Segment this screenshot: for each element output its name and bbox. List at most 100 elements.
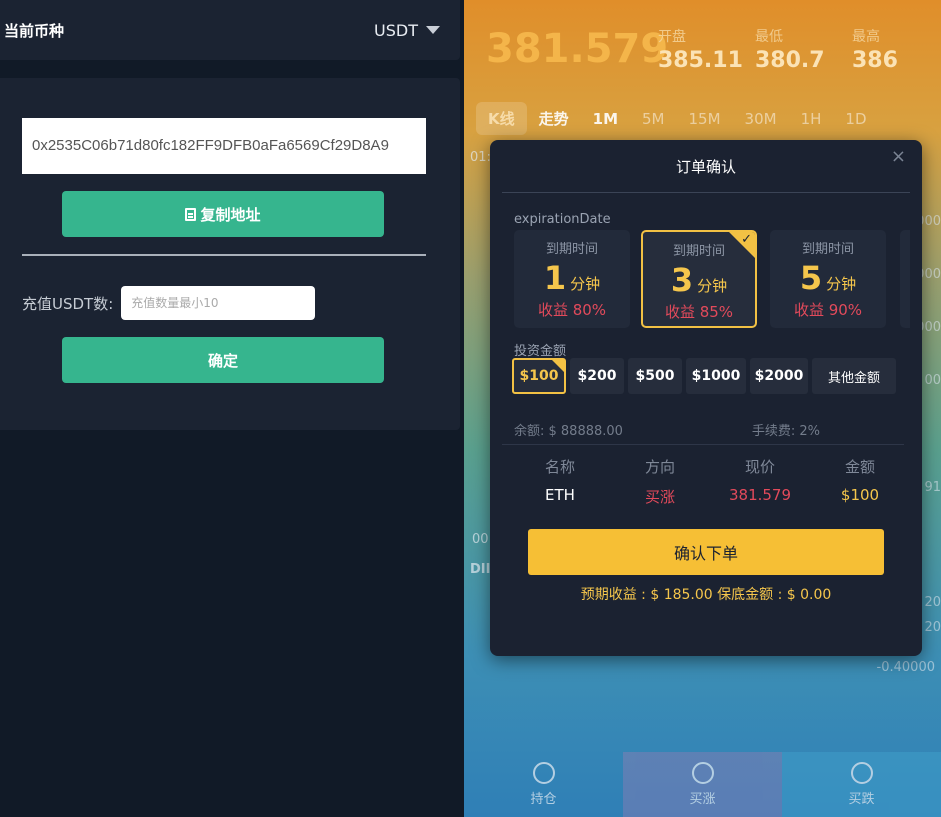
divider — [22, 254, 426, 256]
order-table-row: ETH 买涨 381.579 $100 — [510, 486, 910, 507]
time-option-unit: 分钟 — [697, 277, 728, 295]
stat-open-value: 385.11 — [658, 48, 743, 73]
yen-icon — [691, 762, 714, 784]
axis-value: -0.40000 — [876, 660, 935, 675]
order-asset: ETH — [545, 486, 575, 504]
amount-input[interactable] — [121, 286, 316, 320]
expiration-label: expirationDate — [514, 212, 611, 227]
expected-profit-text: 预期收益 : $ 185.00 保底金额 : $ 0.00 — [580, 587, 832, 603]
time-option-3m[interactable]: ✓ 到期时间 3 分钟 收益 85% — [641, 230, 757, 328]
fee-text: 手续费: 2% — [751, 424, 820, 439]
time-option-unit: 分钟 — [826, 275, 857, 293]
currency-dropdown[interactable]: USDT — [374, 21, 440, 40]
confirm-button[interactable]: 确定 — [62, 337, 384, 383]
tab-30m[interactable]: 30M — [733, 104, 789, 134]
stat-low-value: 380.7 — [755, 48, 825, 73]
header-direction: 方向 — [644, 458, 675, 476]
header-price: 现价 — [744, 458, 775, 476]
submit-order-button[interactable]: 确认下单 — [528, 529, 884, 575]
invest-label: 投资金额 — [514, 344, 567, 359]
time-option-profit: 收益 85% — [664, 303, 734, 321]
modal-title: 订单确认 — [675, 158, 736, 176]
time-option-number: 1 — [543, 259, 567, 297]
divider — [502, 444, 904, 445]
copy-address-button[interactable]: 复制地址 — [62, 191, 384, 237]
axis-value: 20 — [924, 595, 941, 610]
currency-value: USDT — [374, 20, 418, 40]
stat-high-value: 386 — [852, 48, 898, 73]
amount-option-2000[interactable]: $2000 — [750, 358, 808, 394]
time-option-1m[interactable]: 到期时间 1 分钟 收益 80% — [514, 230, 630, 328]
order-amount: $100 — [840, 486, 880, 504]
time-option-profit: 收益 80% — [537, 301, 607, 319]
tab-1h[interactable]: 1H — [789, 104, 834, 134]
time-option-more[interactable] — [900, 230, 910, 328]
amount-options: $100 $200 $500 $1000 $2000 其他金额 — [512, 358, 896, 394]
chart-tabs: K线 走势 1M 5M 15M 30M 1H 1D — [476, 102, 879, 135]
nav-positions[interactable]: 持仓 — [464, 752, 623, 817]
tab-kline[interactable]: K线 — [476, 102, 527, 135]
yen-icon — [850, 762, 873, 784]
selected-corner — [552, 360, 564, 372]
stat-open: 开盘 385.11 — [658, 26, 743, 73]
check-icon: ✓ — [741, 232, 752, 247]
order-confirm-modal: 订单确认 × expirationDate 到期时间 1 分钟 收益 80% ✓… — [490, 140, 922, 656]
time-option-number: 5 — [799, 259, 823, 297]
amount-option-200[interactable]: $200 — [570, 358, 624, 394]
header-amount: 金额 — [844, 458, 875, 476]
time-option-duration: 1 分钟 — [514, 259, 630, 297]
deposit-panel: 当前币种 USDT 0x2535C06b71d80fc182FF9DFB0aFa… — [0, 0, 464, 817]
amount-option-other[interactable]: 其他金额 — [812, 358, 896, 394]
time-option-number: 3 — [670, 261, 694, 299]
time-option-title: 到期时间 — [545, 242, 598, 257]
app-root: 当前币种 USDT 0x2535C06b71d80fc182FF9DFB0aFa… — [0, 0, 941, 817]
chevron-down-icon — [426, 26, 440, 34]
time-option-unit: 分钟 — [570, 275, 601, 293]
amount-option-1000[interactable]: $1000 — [686, 358, 746, 394]
balance-text: 余额: $ 88888.00 — [514, 424, 623, 439]
axis-value: 00 — [924, 373, 941, 388]
nav-buy-down-label: 买跌 — [848, 792, 875, 807]
order-direction: 买涨 — [644, 488, 675, 506]
amount-option-500[interactable]: $500 — [628, 358, 682, 394]
time-option-5m[interactable]: 到期时间 5 分钟 收益 90% — [770, 230, 886, 328]
amount-row: 充值USDT数: — [22, 286, 316, 320]
tab-1m[interactable]: 1M — [581, 104, 630, 134]
tab-1d[interactable]: 1D — [833, 104, 878, 134]
stat-open-label: 开盘 — [658, 29, 686, 45]
deposit-card: 0x2535C06b71d80fc182FF9DFB0aFa6569Cf29D8… — [0, 78, 460, 430]
header-name: 名称 — [544, 458, 575, 476]
copy-button-label: 复制地址 — [200, 205, 261, 224]
stat-high: 最高 386 — [852, 26, 898, 73]
currency-label: 当前币种 — [4, 21, 65, 40]
coins-icon — [532, 762, 555, 784]
copy-icon — [185, 207, 197, 221]
nav-positions-label: 持仓 — [530, 792, 557, 807]
tab-15m[interactable]: 15M — [677, 104, 733, 134]
currency-selector-bar[interactable]: 当前币种 USDT — [0, 0, 460, 60]
axis-value: 91 — [924, 480, 941, 495]
dif-label: DII — [470, 562, 491, 577]
nav-buy-up-label: 买涨 — [689, 792, 716, 807]
wallet-address-field[interactable]: 0x2535C06b71d80fc182FF9DFB0aFa6569Cf29D8… — [22, 118, 426, 174]
tab-5m[interactable]: 5M — [630, 104, 677, 134]
axis-value: 20 — [924, 620, 941, 635]
close-icon[interactable]: × — [891, 146, 906, 167]
divider — [502, 192, 910, 193]
chart-time-label: 01: — [470, 150, 491, 165]
current-price: 381.579 — [486, 26, 669, 72]
nav-buy-down[interactable]: 买跌 — [782, 752, 941, 817]
time-option-profit: 收益 90% — [793, 301, 863, 319]
stat-low: 最低 380.7 — [755, 26, 825, 73]
amount-label: 充值USDT数: — [22, 294, 114, 313]
time-option-title: 到期时间 — [801, 242, 854, 257]
time-option-duration: 3 分钟 — [643, 261, 755, 299]
balance-row: 余额: $ 88888.00 手续费: 2% — [514, 420, 820, 439]
stat-low-label: 最低 — [755, 29, 783, 45]
nav-buy-up[interactable]: 买涨 — [623, 752, 782, 817]
bottom-nav: 持仓 买涨 买跌 — [464, 752, 941, 817]
order-table-header: 名称 方向 现价 金额 — [510, 456, 910, 477]
amount-option-100[interactable]: $100 — [512, 358, 566, 394]
tab-trend[interactable]: 走势 — [527, 102, 581, 135]
stat-high-label: 最高 — [852, 29, 880, 45]
